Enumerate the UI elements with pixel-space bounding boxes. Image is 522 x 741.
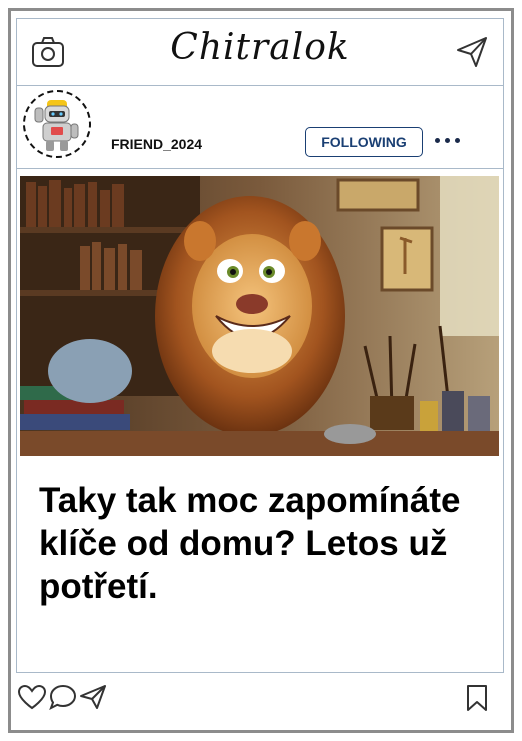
more-dot (445, 138, 450, 143)
app-brand-logo: Chitralok (170, 27, 350, 68)
more-options-icon[interactable] (435, 138, 460, 143)
post-author-row: FRIEND_2024 FOLLOWING (17, 86, 503, 169)
comment-icon[interactable] (49, 684, 77, 710)
username[interactable]: FRIEND_2024 (111, 136, 202, 152)
post-actions-bar (11, 671, 511, 730)
heart-icon[interactable] (17, 684, 47, 710)
lion-illustration-image (20, 176, 499, 456)
post-card: Chitralok FRIEND_2024 FOLLOWING Taky tak… (8, 8, 514, 733)
robot-avatar-icon (34, 100, 79, 151)
following-button[interactable]: FOLLOWING (305, 127, 423, 157)
post-inner-frame: Chitralok FRIEND_2024 FOLLOWING Taky tak… (16, 18, 504, 673)
bookmark-icon[interactable] (466, 684, 488, 712)
app-header: Chitralok (17, 19, 503, 86)
more-dot (455, 138, 460, 143)
post-caption: Taky tak moc zapomínáte klíče od domu? L… (39, 481, 461, 606)
send-icon[interactable] (455, 35, 489, 69)
share-icon[interactable] (79, 684, 107, 710)
more-dot (435, 138, 440, 143)
avatar[interactable] (23, 90, 91, 158)
post-image[interactable] (20, 176, 499, 456)
